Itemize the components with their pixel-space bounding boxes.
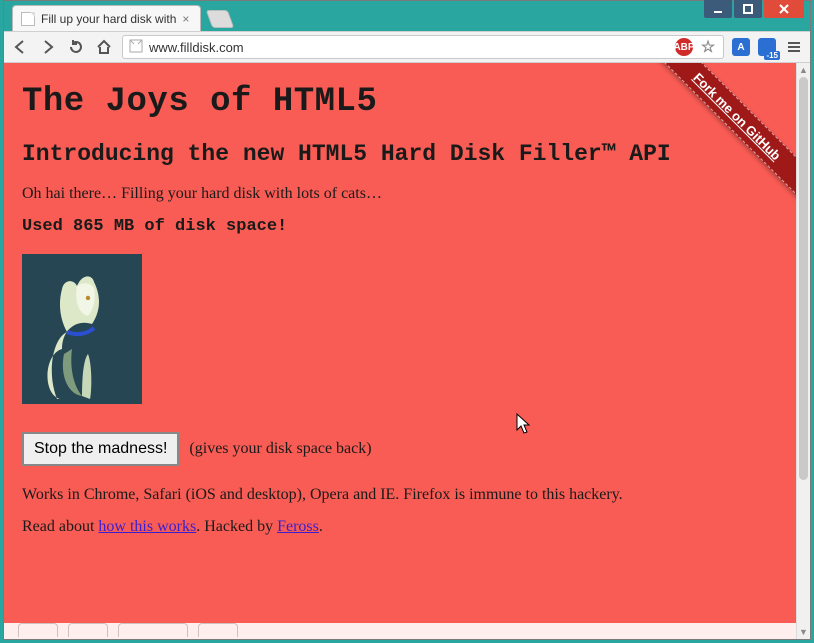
browser-chrome: Fill up your hard disk with × [3,0,811,640]
browser-toolbar: www.filldisk.com ABP ☆ A -15 [4,31,810,63]
reload-button[interactable] [66,37,86,57]
stop-row: Stop the madness! (gives your disk space… [22,432,778,466]
page-favicon-icon [21,12,35,26]
address-bar-url: www.filldisk.com [149,40,244,55]
window-titlebar [702,0,806,22]
window-minimize-button[interactable] [704,0,732,18]
intro-text: Oh hai there… Filling your hard disk wit… [22,185,778,203]
scroll-down-button[interactable]: ▼ [797,625,810,639]
vertical-scrollbar[interactable]: ▲ ▼ [796,63,810,639]
home-button[interactable] [94,37,114,57]
stop-hint: (gives your disk space back) [189,440,371,458]
browser-menu-button[interactable] [784,37,804,57]
address-bar[interactable]: www.filldisk.com ABP ☆ [122,35,724,59]
scroll-up-button[interactable]: ▲ [797,63,810,77]
used-space-text: Used 865 MB of disk space! [22,217,778,236]
browser-tab[interactable]: Fill up your hard disk with × [12,5,201,31]
used-space-value: 865 MB [73,217,134,236]
cat-image [22,254,142,404]
window-close-button[interactable] [764,0,804,18]
tab-title: Fill up your hard disk with [41,12,176,26]
extension-badge-icon[interactable]: -15 [758,38,776,56]
page-subheading: Introducing the new HTML5 Hard Disk Fill… [22,141,778,167]
window-maximize-button[interactable] [734,0,762,18]
omnibox-actions: ABP ☆ [675,38,717,56]
page-content: The Joys of HTML5 Introducing the new HT… [4,63,796,639]
forward-button[interactable] [38,37,58,57]
tab-strip: Fill up your hard disk with × [4,1,810,31]
bottom-cutoff-bar [4,623,796,639]
stop-button[interactable]: Stop the madness! [22,432,179,466]
bookmark-star-icon[interactable]: ☆ [699,38,717,56]
compat-text: Works in Chrome, Safari (iOS and desktop… [22,486,778,504]
page-heading: The Joys of HTML5 [22,83,778,121]
back-button[interactable] [10,37,30,57]
scroll-thumb[interactable] [799,77,808,480]
tab-close-button[interactable]: × [182,14,192,24]
read-about-text: Read about how this works. Hacked by Fer… [22,518,778,536]
adblock-icon[interactable]: ABP [675,38,693,56]
page-viewport: The Joys of HTML5 Introducing the new HT… [4,63,810,639]
new-tab-button[interactable] [206,10,235,28]
translate-extension-icon[interactable]: A [732,38,750,56]
how-this-works-link[interactable]: how this works [98,518,196,535]
window-frame: Fill up your hard disk with × [0,0,814,643]
extension-badge-count: -15 [764,51,780,60]
author-link[interactable]: Feross [277,518,319,535]
site-identity-icon [129,39,143,56]
